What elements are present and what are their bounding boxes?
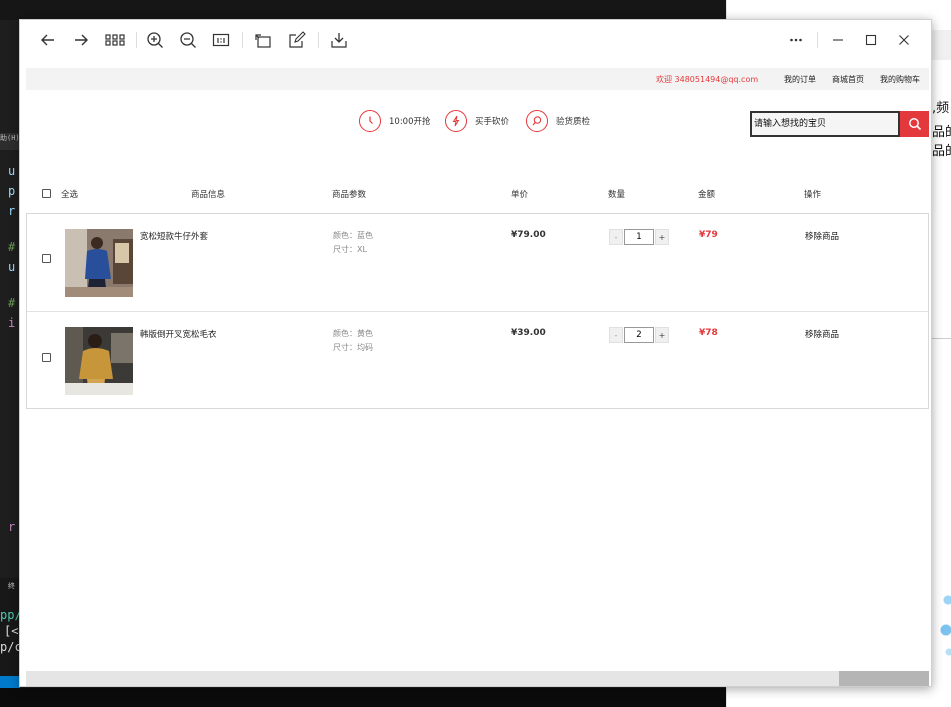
background-text-line: ,频 <box>932 101 950 116</box>
clock-icon <box>359 110 381 132</box>
service-bargain: 买手砍价 <box>445 109 509 133</box>
actual-size-icon[interactable] <box>210 30 232 50</box>
decrease-button[interactable]: - <box>609 229 623 245</box>
terminal-panel: 终 pp/ [< p/c <box>0 578 20 688</box>
image-viewer-window: 欢迎 348051494@qq.com 我的订单 商城首页 我的购物车 10:0… <box>19 19 932 687</box>
header-unit-price: 单价 <box>511 190 529 200</box>
product-title[interactable]: 宽松短款牛仔外套 <box>140 230 208 242</box>
editor-code-area: u p r # u # i r <box>0 150 20 570</box>
zoom-out-icon[interactable] <box>177 30 199 50</box>
service-label: 买手砍价 <box>475 117 510 127</box>
edit-icon[interactable] <box>286 30 308 50</box>
header-product-info: 商品信息 <box>191 190 226 200</box>
background-text-line: 品的 <box>932 144 951 159</box>
search-box <box>750 111 929 137</box>
toolbar-divider <box>817 32 818 48</box>
magnifier-icon <box>526 110 548 132</box>
viewer-toolbar <box>20 20 931 60</box>
increase-button[interactable]: + <box>655 229 669 245</box>
lightning-icon <box>445 110 467 132</box>
header-product-params: 商品参数 <box>332 190 367 200</box>
service-label: 验货质检 <box>556 117 591 127</box>
mall-home-link[interactable]: 商城首页 <box>832 74 864 85</box>
forward-icon[interactable] <box>70 30 92 50</box>
taskbar <box>0 688 726 707</box>
product-color: 颜色：蓝色 <box>333 231 373 240</box>
editor-status-bar <box>0 676 20 688</box>
decrease-button[interactable]: - <box>609 327 623 343</box>
row-checkbox[interactable] <box>42 254 51 263</box>
search-input[interactable] <box>750 111 900 137</box>
table-row: 宽松短款牛仔外套 颜色：蓝色 尺寸：XL ¥79.00 - + ¥79 移除商品 <box>27 214 928 311</box>
top-nav-bar: 欢迎 348051494@qq.com 我的订单 商城首页 我的购物车 <box>26 68 929 90</box>
toolbar-divider <box>136 32 137 48</box>
header-quantity: 数量 <box>608 190 626 200</box>
toolbar-divider <box>242 32 243 48</box>
background-decoration <box>940 590 951 660</box>
my-cart-link[interactable]: 我的购物车 <box>880 74 920 85</box>
header-amount: 金额 <box>698 190 716 200</box>
search-icon <box>908 118 921 131</box>
my-orders-link[interactable]: 我的订单 <box>784 74 816 85</box>
quantity-input[interactable] <box>624 229 654 245</box>
increase-button[interactable]: + <box>655 327 669 343</box>
shopping-cart-page: 欢迎 348051494@qq.com 我的订单 商城首页 我的购物车 10:0… <box>26 66 929 686</box>
minimize-icon[interactable] <box>827 30 849 50</box>
search-button[interactable] <box>900 111 929 137</box>
editor-top-bar <box>0 0 726 20</box>
unit-price: ¥79.00 <box>511 230 546 240</box>
row-amount: ¥79 <box>699 230 718 240</box>
checkout-button[interactable] <box>839 671 929 686</box>
grid-icon[interactable] <box>103 30 127 50</box>
product-color: 颜色：黄色 <box>333 329 373 338</box>
row-checkbox[interactable] <box>42 353 51 362</box>
row-amount: ¥78 <box>699 328 718 338</box>
select-all-checkbox[interactable] <box>42 189 51 198</box>
product-size: 尺寸：XL <box>333 245 367 254</box>
service-flash-sale: 10:00开抢 <box>359 109 431 133</box>
welcome-text: 欢迎 348051494@qq.com <box>656 75 759 84</box>
product-thumbnail[interactable] <box>65 229 133 297</box>
table-row: 韩版倒开叉宽松毛衣 颜色：黄色 尺寸：均码 ¥39.00 - + ¥78 移除商… <box>27 311 928 408</box>
service-label: 10:00开抢 <box>389 117 431 127</box>
background-browser-toolbar <box>930 30 951 60</box>
select-all-label: 全选 <box>61 190 79 200</box>
rotate-icon[interactable] <box>252 30 274 50</box>
cart-summary-bar <box>26 671 929 686</box>
service-inspection: 验货质检 <box>526 109 590 133</box>
remove-item-link[interactable]: 移除商品 <box>805 328 839 340</box>
toolbar-divider <box>318 32 319 48</box>
zoom-in-icon[interactable] <box>144 30 166 50</box>
quantity-input[interactable] <box>624 327 654 343</box>
product-thumbnail[interactable] <box>65 327 133 395</box>
more-icon[interactable] <box>785 30 807 50</box>
quantity-stepper: - + <box>609 229 669 245</box>
cart-table: 宽松短款牛仔外套 颜色：蓝色 尺寸：XL ¥79.00 - + ¥79 移除商品 <box>26 213 929 409</box>
background-divider <box>930 338 951 339</box>
remove-item-link[interactable]: 移除商品 <box>805 230 839 242</box>
background-text-line: 品的 <box>932 125 951 140</box>
cart-table-header: 全选 商品信息 商品参数 单价 数量 金额 操作 <box>26 184 929 204</box>
editor-menu-label: 助(H) <box>0 133 20 151</box>
header-action: 操作 <box>804 190 822 200</box>
download-icon[interactable] <box>328 30 350 50</box>
product-title[interactable]: 韩版倒开叉宽松毛衣 <box>140 328 217 340</box>
quantity-stepper: - + <box>609 327 669 343</box>
unit-price: ¥39.00 <box>511 328 546 338</box>
close-icon[interactable] <box>893 30 915 50</box>
back-icon[interactable] <box>37 30 59 50</box>
product-size: 尺寸：均码 <box>333 343 373 352</box>
maximize-icon[interactable] <box>860 30 882 50</box>
